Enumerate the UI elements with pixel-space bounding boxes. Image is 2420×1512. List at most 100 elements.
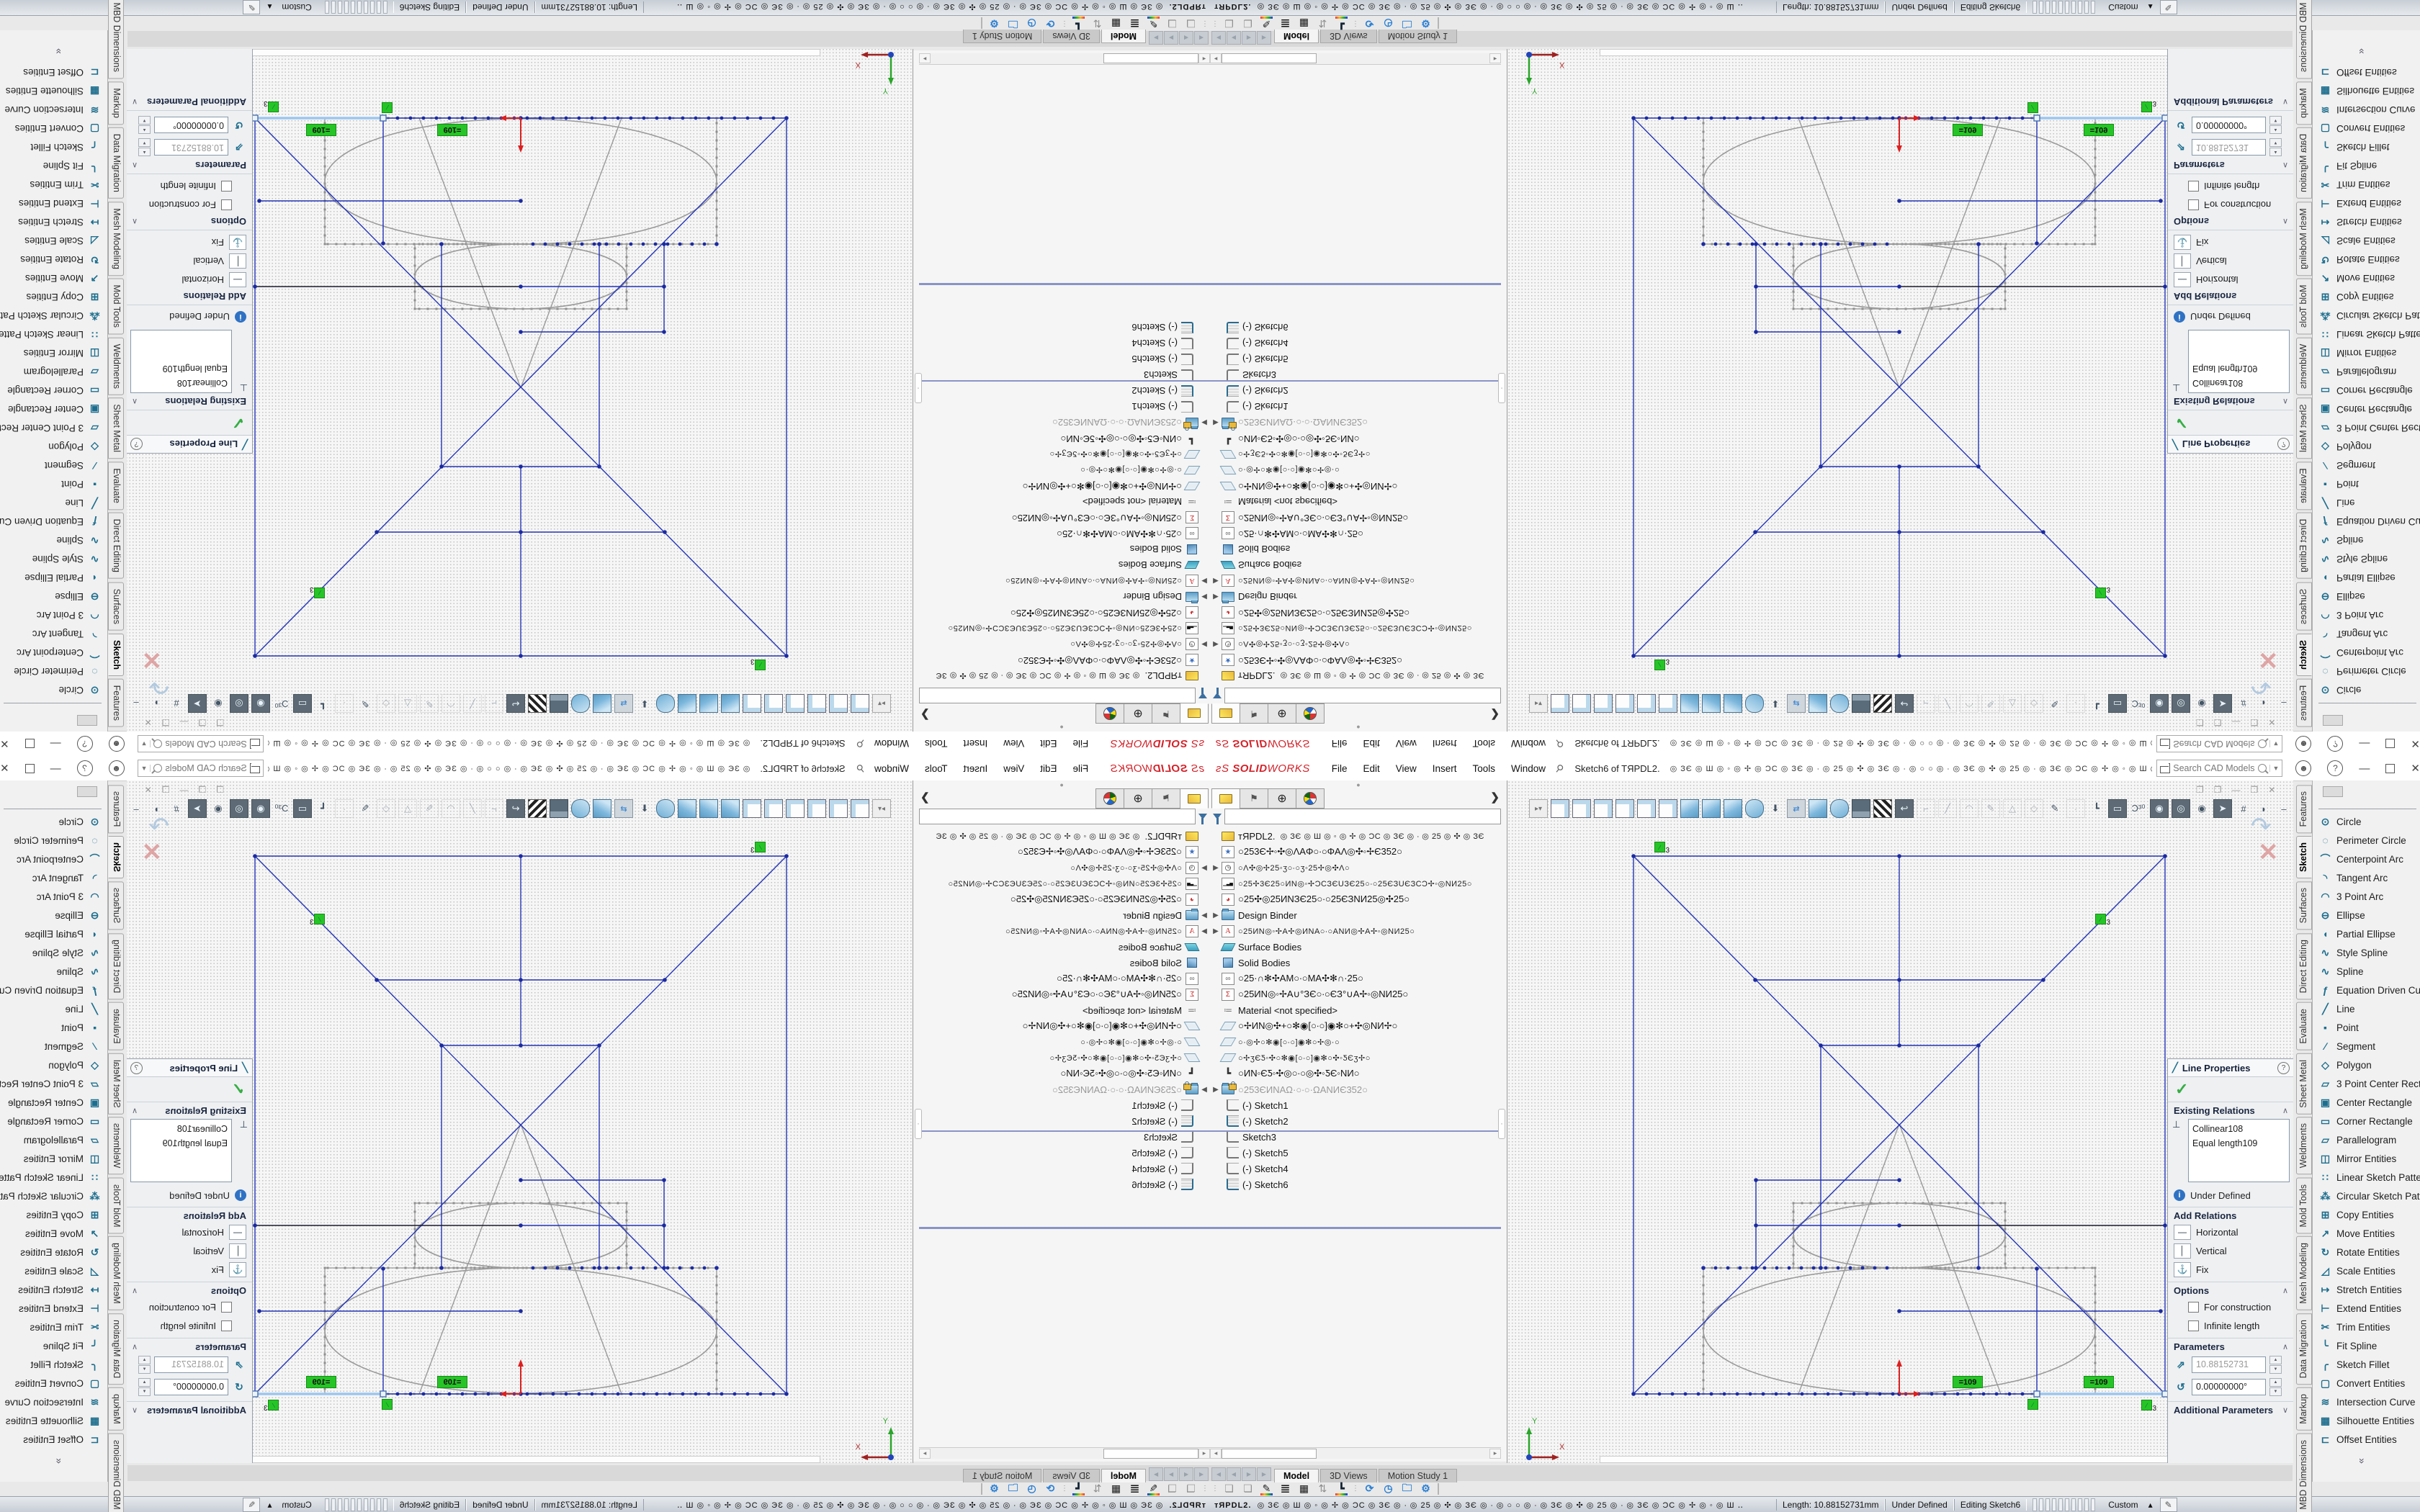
tool-rotate-entities[interactable]: ↻Rotate Entities xyxy=(2313,1243,2420,1261)
tree-item[interactable]: ▶A○25ИN◎◦✢А✢◎ИNА○∙○АNИ◎✢А✢◦◎NИ25○ xyxy=(919,923,1210,939)
section-options[interactable]: Options∧ xyxy=(127,1282,252,1297)
sketch-item[interactable]: (-) Sketch5 xyxy=(919,1145,1210,1161)
tree-item[interactable]: Σ○25ИN◎◦✢А∪°ЗЄ○∙○ЄЗ°∪А✢◦◎NИ25○ xyxy=(919,986,1210,1002)
ok-checkmark[interactable]: ✓ xyxy=(127,413,245,432)
sketch-item[interactable]: (-) Sketch6 xyxy=(919,1176,1210,1192)
tool-3-point-center-recta-[interactable]: ▱3 Point Center Recta... xyxy=(0,1074,107,1093)
tree-item[interactable]: Surface Bodies xyxy=(1210,939,1501,955)
command-tab-evaluate[interactable]: Evaluate xyxy=(108,462,124,510)
menu-edit[interactable]: Edit xyxy=(1040,763,1057,774)
scroll-right-arrow[interactable]: ▸ xyxy=(919,1449,931,1459)
expand-arrow[interactable]: ▶ xyxy=(1210,927,1222,935)
relation-tag[interactable]: ∕3 xyxy=(755,660,766,670)
tool-offset-entities[interactable]: ⊏Offset Entities xyxy=(2313,1430,2420,1449)
tool-scale-entities[interactable]: ◿Scale Entities xyxy=(2313,1261,2420,1280)
search-input[interactable]: Search CAD Models xyxy=(2173,739,2254,749)
tool-segment[interactable]: ∕Segment xyxy=(2313,456,2420,475)
angle-field[interactable]: 0.00000000° xyxy=(154,117,228,133)
tree-pane-splitter[interactable] xyxy=(919,1130,1210,1132)
tree-item[interactable]: ∞○25·∩✻✣АM○∙○MА✣✻∩·25○ xyxy=(919,971,1210,986)
add-relation-fix[interactable]: ⚓Fix xyxy=(2168,1260,2293,1279)
tool-point[interactable]: ▪Point xyxy=(0,475,107,494)
command-tab-features[interactable]: Features xyxy=(108,679,124,727)
tree-item[interactable]: ▁▃▅○25✢3Є25○ИN◎◦✢ƆСЗЄUЗЄ25○∙○25ЄЗUЄЗСƆ✢◦… xyxy=(919,621,1210,636)
sketch-item[interactable]: (-) Sketch4 xyxy=(919,1161,1210,1176)
tree-item[interactable]: ○✢ʒЄƼ◦✣○✻◉[○∙○]◉✻○✣◦ƼЄʒ✢○ xyxy=(919,1050,1210,1066)
tool-silhouette-entities[interactable]: ▦Silhouette Entities xyxy=(0,82,107,101)
tree-horizontal-scrollbar[interactable]: ◂ ▸ xyxy=(1210,1447,1501,1459)
menu-window[interactable]: Window xyxy=(874,739,909,750)
search-dropdown-icon[interactable]: ▼ xyxy=(141,740,151,747)
user-login-icon[interactable]: ☻ xyxy=(109,760,125,776)
relation-tag[interactable]: ∕3 xyxy=(268,1400,279,1410)
angle-spinner[interactable]: ▲▼ xyxy=(2269,116,2282,134)
scroll-left-arrow[interactable]: ◂ xyxy=(1210,53,1222,63)
sketch-item[interactable]: (-) Sketch2 xyxy=(919,383,1210,399)
tree-item[interactable]: ▶○253ЄИNАΩ·○∙○·ΩАNИЄ352○ xyxy=(1210,1081,1501,1097)
tree-item[interactable]: ▶A○25ИN◎◦✢А✢◎ИNА○∙○АNИ◎✢А✢◦◎NИ25○ xyxy=(1210,923,1501,939)
sketch-item[interactable]: (-) Sketch1 xyxy=(919,399,1210,415)
ok-checkmark[interactable]: ✓ xyxy=(2175,413,2293,432)
tree-item[interactable]: ○·◎✢○✻◉[○∙○]◉✻○✢◎·○ xyxy=(1210,462,1501,478)
panel-help-icon[interactable]: ? xyxy=(2277,1062,2290,1074)
relation-tag[interactable]: ∕3 xyxy=(314,588,325,598)
command-tab-mbd-dimensions[interactable]: MBD Dimensions xyxy=(2296,1434,2312,1512)
menu-view[interactable]: View xyxy=(1003,763,1024,774)
length-field[interactable]: 10.88152731 xyxy=(2192,1356,2266,1373)
command-tab-mesh-modeling[interactable]: Mesh Modeling xyxy=(108,202,124,276)
length-spinner[interactable]: ▲▼ xyxy=(138,1356,151,1374)
scroll-thumb[interactable] xyxy=(1222,53,1317,63)
command-tab-direct-editing[interactable]: Direct Editing xyxy=(108,513,124,579)
command-tab-sheet-metal[interactable]: Sheet Metal xyxy=(108,1053,124,1115)
section-options[interactable]: Options∧ xyxy=(2168,215,2293,230)
tool-perimeter-circle[interactable]: ◌Perimeter Circle xyxy=(2313,662,2420,681)
sync-check-icon[interactable]: ⟳ xyxy=(1044,1482,1057,1495)
tool-sketch-fillet[interactable]: ╭Sketch Fillet xyxy=(0,1355,107,1374)
command-tab-mbd-dimensions[interactable]: MBD Dimensions xyxy=(108,0,124,78)
command-tab-surfaces[interactable]: Surfaces xyxy=(108,582,124,630)
doc-tab-3d-views[interactable]: 3D Views xyxy=(1320,30,1377,43)
command-tab-surfaces[interactable]: Surfaces xyxy=(2296,582,2312,630)
section-existing-relations[interactable]: Existing Relations∧ xyxy=(127,395,252,410)
option-infinite-length[interactable]: Infinite length xyxy=(2168,1316,2293,1335)
section-additional-parameters[interactable]: Additional Parameters∨ xyxy=(2168,95,2293,111)
command-tab-features[interactable]: Features xyxy=(2296,785,2312,833)
minimize-button[interactable]: — xyxy=(2359,762,2370,775)
graphics-viewport[interactable]: ▸▾⬇⇄↩⌐╱◠✎△◇✎·┗▭Ɔ³⁰◉◎◉➤#◗–◌◌ ❐❐—❐✕ ↷ ✕ ∕3… xyxy=(127,780,913,1463)
grid-icon[interactable]: ▦ xyxy=(1109,1482,1123,1495)
tool-point[interactable]: ▪Point xyxy=(2313,1018,2420,1037)
tree-item[interactable]: ▶Design Binder xyxy=(919,907,1210,923)
command-tab-data-migration[interactable]: Data Migration xyxy=(2296,1313,2312,1385)
tool-scale-entities[interactable]: ◿Scale Entities xyxy=(0,232,107,251)
equal-relation-tag[interactable]: =109 xyxy=(1953,124,1983,136)
tool-circle[interactable]: ⊙Circle xyxy=(0,681,107,700)
tab-property-manager[interactable]: ⚑ xyxy=(1152,703,1180,724)
tool-parallelogram[interactable]: ▱Parallelogram xyxy=(2313,363,2420,382)
tree-item[interactable]: ★○253Є✢◦✣◎ΛАΦ○∙○ΦАΛ◎✣◦✢Є352○ xyxy=(919,652,1210,668)
tool-3-point-arc[interactable]: ◠3 Point Arc xyxy=(2313,887,2420,906)
command-tab-evaluate[interactable]: Evaluate xyxy=(2296,462,2312,510)
tool-fit-spline[interactable]: ╰Fit Spline xyxy=(0,1336,107,1355)
menu-tools[interactable]: Tools xyxy=(925,763,948,774)
tree-item[interactable]: ≔Material <not specified> xyxy=(1210,1002,1501,1018)
toolbar-grip[interactable]: ⋮ xyxy=(1062,17,1067,30)
tree-item[interactable]: ○✢ʒЄƼ◦✣○✻◉[○∙○]◉✻○✣◦ƼЄʒ✢○ xyxy=(919,446,1210,462)
panel-splitter-handle[interactable]: ● xyxy=(913,724,1210,732)
pin-icon[interactable]: ⚲ xyxy=(853,761,867,775)
relation-entry[interactable]: Collinear108 xyxy=(135,1122,228,1136)
panel-splitter-handle[interactable]: ● xyxy=(1210,724,1507,732)
tree-root-item[interactable]: тЯPDL2. ◎ ЗЄ ◎ Ш ◎ ◦ ◎ ✢ ◎ ƆС ◎ ЗЄ ◎ ∙ ◎… xyxy=(919,828,1210,844)
tool-spline[interactable]: ∿Spline xyxy=(0,962,107,981)
command-tab-features[interactable]: Features xyxy=(108,785,124,833)
paintbrush-icon[interactable]: ✎ xyxy=(1260,17,1273,30)
tree-root-item[interactable]: тЯPDL2. ◎ ЗЄ ◎ Ш ◎ ◦ ◎ ✢ ◎ ƆС ◎ ЗЄ ◎ ∙ ◎… xyxy=(1210,828,1501,844)
tool-stretch-entities[interactable]: ↦Stretch Entities xyxy=(0,213,107,232)
help-icon[interactable]: ? xyxy=(77,736,93,752)
sketch-item[interactable]: (-) Sketch5 xyxy=(1210,1145,1501,1161)
tree-item[interactable]: ┗○ИN◦ЄƼ◦✣◎○∙○◎✣◦ƼЄ◦NИ○ xyxy=(919,1066,1210,1081)
tree-item[interactable]: ◕○25✣◎25ИNЗЄ25○∙○25ЄЗNИ25◎✣25○ xyxy=(919,891,1210,907)
command-tab-mold-tools[interactable]: Mold Tools xyxy=(2296,1178,2312,1234)
equal-relation-tag[interactable]: =109 xyxy=(306,124,336,136)
command-tab-surfaces[interactable]: Surfaces xyxy=(2296,881,2312,930)
expand-panel-chevron[interactable]: ❯ xyxy=(1490,708,1500,721)
